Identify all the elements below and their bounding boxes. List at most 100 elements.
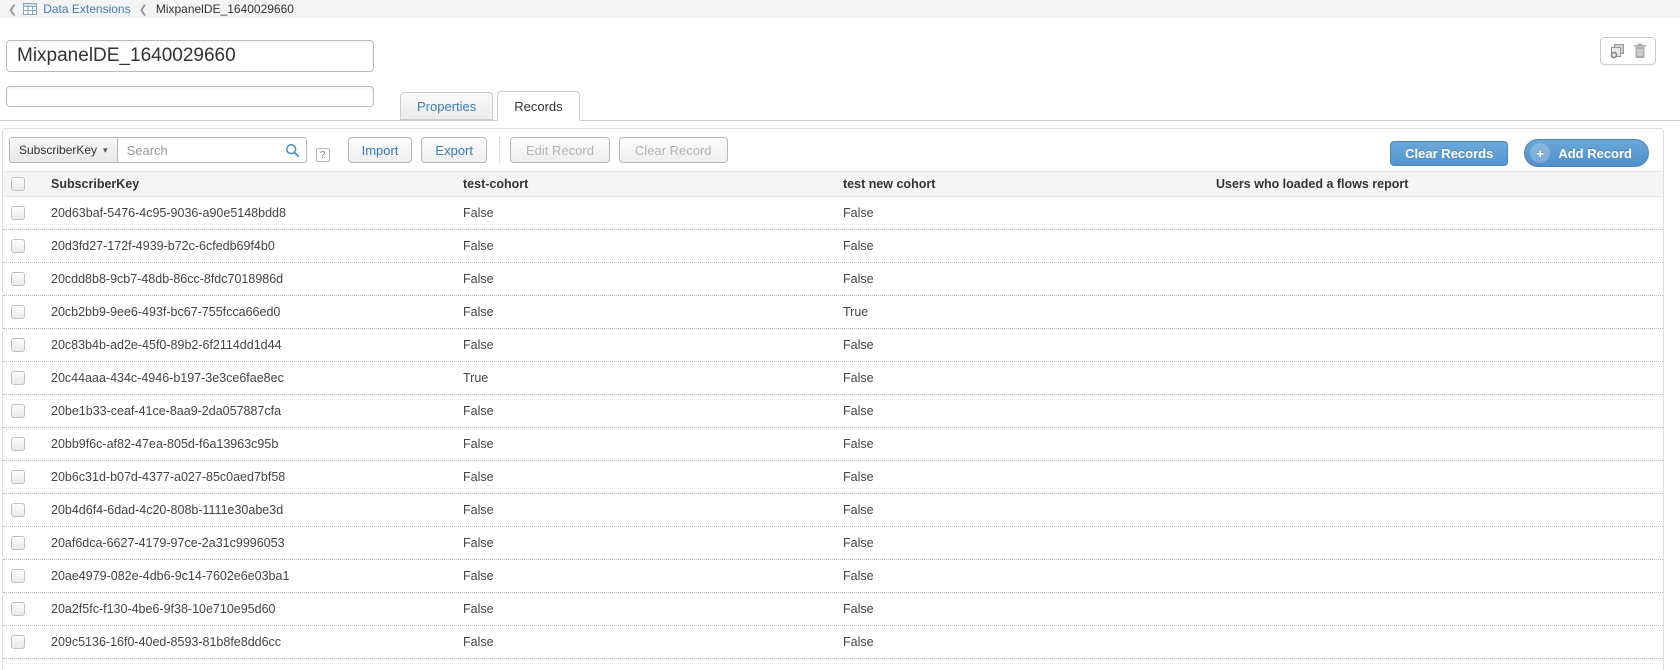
cell-test-new-cohort: False bbox=[835, 569, 1208, 583]
header-action-buttons bbox=[1600, 37, 1656, 65]
table-row[interactable]: 20b4d6f4-6dad-4c20-808b-1111e30abe3d Fal… bbox=[3, 494, 1663, 527]
records-panel: SubscriberKey ▾ ? Import Export Edit Rec… bbox=[2, 128, 1664, 670]
row-checkbox-cell bbox=[3, 503, 43, 517]
select-all-cell bbox=[3, 177, 43, 191]
cell-test-new-cohort: False bbox=[835, 536, 1208, 550]
add-record-label: Add Record bbox=[1558, 146, 1632, 161]
select-all-checkbox[interactable] bbox=[11, 177, 25, 191]
help-icon[interactable]: ? bbox=[316, 148, 330, 162]
cell-test-cohort: False bbox=[455, 239, 835, 253]
cell-test-cohort: False bbox=[455, 206, 835, 220]
cell-subscriberkey: 20b6c31d-b07d-4377-a027-85c0aed7bf58 bbox=[43, 470, 455, 484]
row-checkbox-cell bbox=[3, 635, 43, 649]
cell-subscriberkey: 20bb9f6c-af82-47ea-805d-f6a13963c95b bbox=[43, 437, 455, 451]
clear-record-button[interactable]: Clear Record bbox=[619, 137, 728, 163]
table-row[interactable]: 20af6dca-6627-4179-97ce-2a31c9996053 Fal… bbox=[3, 527, 1663, 560]
cell-test-new-cohort: False bbox=[835, 404, 1208, 418]
tab-properties-label: Properties bbox=[417, 99, 476, 114]
search-field-dropdown[interactable]: SubscriberKey ▾ bbox=[9, 137, 118, 163]
row-checkbox[interactable] bbox=[11, 206, 25, 220]
cell-test-cohort: False bbox=[455, 404, 835, 418]
cell-subscriberkey: 20d3fd27-172f-4939-b72c-6cfedb69f4b0 bbox=[43, 239, 455, 253]
row-checkbox-cell bbox=[3, 470, 43, 484]
table-body: 20d63baf-5476-4c95-9036-a90e5148bdd8 Fal… bbox=[3, 197, 1663, 659]
cell-test-new-cohort: False bbox=[835, 635, 1208, 649]
cell-test-cohort: False bbox=[455, 437, 835, 451]
breadcrumb-link-data-extensions[interactable]: Data Extensions bbox=[43, 2, 130, 16]
search-input[interactable] bbox=[117, 137, 307, 163]
table-row[interactable]: 20cdd8b8-9cb7-48db-86cc-8fdc7018986d Fal… bbox=[3, 263, 1663, 296]
row-checkbox[interactable] bbox=[11, 569, 25, 583]
row-checkbox-cell bbox=[3, 206, 43, 220]
row-checkbox[interactable] bbox=[11, 371, 25, 385]
row-checkbox[interactable] bbox=[11, 272, 25, 286]
breadcrumb-current-page: MixpanelDE_1640029660 bbox=[156, 2, 294, 16]
cell-test-cohort: True bbox=[455, 371, 835, 385]
row-checkbox[interactable] bbox=[11, 503, 25, 517]
cell-test-new-cohort: True bbox=[835, 305, 1208, 319]
add-record-button[interactable]: + Add Record bbox=[1524, 139, 1649, 167]
row-checkbox-cell bbox=[3, 569, 43, 583]
cell-subscriberkey: 20a2f5fc-f130-4be6-9f38-10e710e95d60 bbox=[43, 602, 455, 616]
row-checkbox[interactable] bbox=[11, 239, 25, 253]
column-header-users-flows-report: Users who loaded a flows report bbox=[1208, 177, 1663, 191]
cell-subscriberkey: 20be1b33-ceaf-41ce-8aa9-2da057887cfa bbox=[43, 404, 455, 418]
tab-records-label: Records bbox=[514, 99, 562, 114]
edit-record-button[interactable]: Edit Record bbox=[510, 137, 610, 163]
import-button[interactable]: Import bbox=[348, 137, 413, 163]
row-checkbox[interactable] bbox=[11, 635, 25, 649]
table-row[interactable]: 20d3fd27-172f-4939-b72c-6cfedb69f4b0 Fal… bbox=[3, 230, 1663, 263]
cell-test-cohort: False bbox=[455, 338, 835, 352]
table-row[interactable]: 20c83b4b-ad2e-45f0-89b2-6f2114dd1d44 Fal… bbox=[3, 329, 1663, 362]
cell-subscriberkey: 20c83b4b-ad2e-45f0-89b2-6f2114dd1d44 bbox=[43, 338, 455, 352]
cell-test-new-cohort: False bbox=[835, 239, 1208, 253]
copy-icon[interactable] bbox=[1609, 43, 1625, 59]
table-row[interactable]: 20be1b33-ceaf-41ce-8aa9-2da057887cfa Fal… bbox=[3, 395, 1663, 428]
column-header-test-cohort: test-cohort bbox=[455, 177, 835, 191]
row-checkbox[interactable] bbox=[11, 470, 25, 484]
export-button[interactable]: Export bbox=[421, 137, 487, 163]
plus-icon: + bbox=[1530, 143, 1550, 163]
row-checkbox[interactable] bbox=[11, 404, 25, 418]
table-row[interactable]: 20cb2bb9-9ee6-493f-bc67-755fcca66ed0 Fal… bbox=[3, 296, 1663, 329]
cell-test-cohort: False bbox=[455, 305, 835, 319]
row-checkbox[interactable] bbox=[11, 305, 25, 319]
table-row[interactable]: 20a2f5fc-f130-4be6-9f38-10e710e95d60 Fal… bbox=[3, 593, 1663, 626]
row-checkbox[interactable] bbox=[11, 437, 25, 451]
table-row[interactable]: 209c5136-16f0-40ed-8593-81b8fe8dd6cc Fal… bbox=[3, 626, 1663, 659]
column-header-subscriberkey: SubscriberKey bbox=[43, 177, 455, 191]
cell-subscriberkey: 20cdd8b8-9cb7-48db-86cc-8fdc7018986d bbox=[43, 272, 455, 286]
cell-test-new-cohort: False bbox=[835, 371, 1208, 385]
table-row[interactable]: 20c44aaa-434c-4946-b197-3e3ce6fae8ec Tru… bbox=[3, 362, 1663, 395]
cell-test-new-cohort: False bbox=[835, 602, 1208, 616]
back-chevron-icon[interactable]: ❮ bbox=[8, 3, 17, 16]
row-checkbox-cell bbox=[3, 437, 43, 451]
delete-icon[interactable] bbox=[1633, 43, 1647, 59]
table-row[interactable]: 20ae4979-082e-4db6-9c14-7602e6e03ba1 Fal… bbox=[3, 560, 1663, 593]
records-toolbar: SubscriberKey ▾ ? Import Export Edit Rec… bbox=[3, 129, 1663, 171]
search-button[interactable] bbox=[281, 139, 305, 161]
data-extension-name-field[interactable] bbox=[6, 40, 374, 72]
row-checkbox-cell bbox=[3, 602, 43, 616]
row-checkbox[interactable] bbox=[11, 338, 25, 352]
row-checkbox-cell bbox=[3, 404, 43, 418]
cell-test-cohort: False bbox=[455, 602, 835, 616]
cell-test-cohort: False bbox=[455, 569, 835, 583]
row-checkbox-cell bbox=[3, 239, 43, 253]
tab-properties[interactable]: Properties bbox=[400, 92, 493, 120]
row-checkbox-cell bbox=[3, 371, 43, 385]
cell-test-new-cohort: False bbox=[835, 437, 1208, 451]
clear-records-button[interactable]: Clear Records bbox=[1390, 141, 1508, 166]
search-icon bbox=[285, 143, 300, 158]
row-checkbox[interactable] bbox=[11, 536, 25, 550]
row-checkbox-cell bbox=[3, 338, 43, 352]
table-row[interactable]: 20d63baf-5476-4c95-9036-a90e5148bdd8 Fal… bbox=[3, 197, 1663, 230]
search-field-dropdown-value: SubscriberKey bbox=[19, 143, 97, 157]
table-row[interactable]: 20bb9f6c-af82-47ea-805d-f6a13963c95b Fal… bbox=[3, 428, 1663, 461]
cell-test-new-cohort: False bbox=[835, 470, 1208, 484]
table-row[interactable]: 20b6c31d-b07d-4377-a027-85c0aed7bf58 Fal… bbox=[3, 461, 1663, 494]
cell-test-cohort: False bbox=[455, 470, 835, 484]
tab-records[interactable]: Records bbox=[497, 91, 579, 121]
row-checkbox[interactable] bbox=[11, 602, 25, 616]
cell-subscriberkey: 20b4d6f4-6dad-4c20-808b-1111e30abe3d bbox=[43, 503, 455, 517]
